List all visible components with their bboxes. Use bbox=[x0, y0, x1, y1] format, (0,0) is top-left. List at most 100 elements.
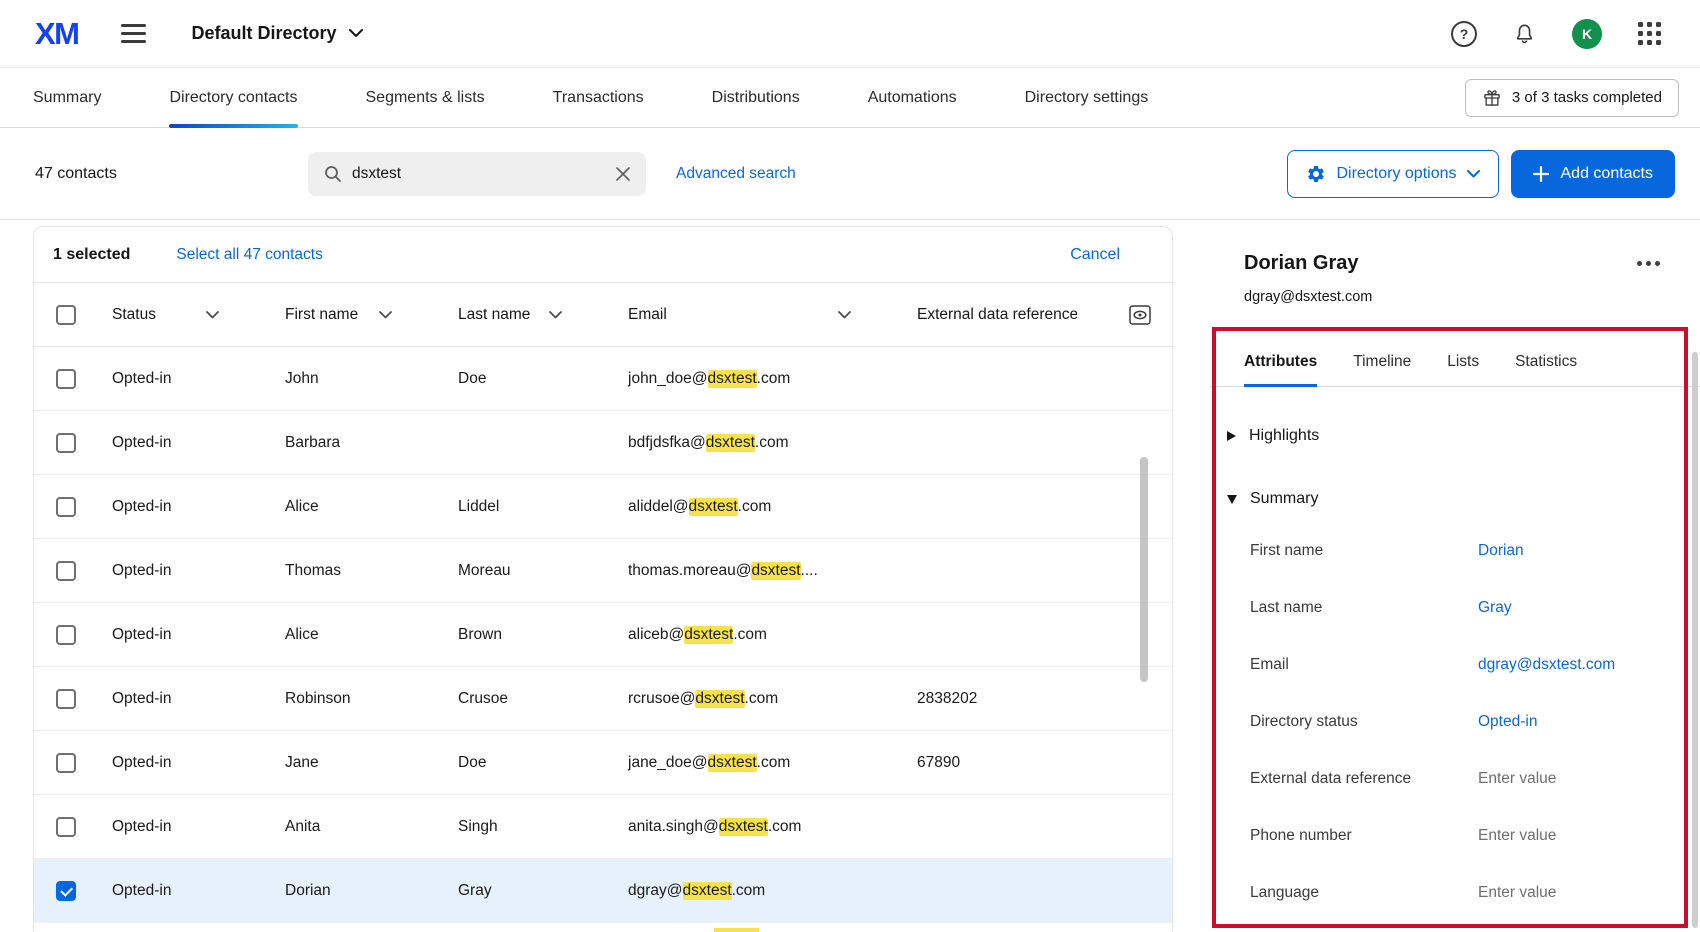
tab-summary[interactable]: Summary bbox=[33, 68, 101, 127]
nav-tabs: Summary Directory contacts Segments & li… bbox=[33, 68, 1149, 128]
cancel-selection-link[interactable]: Cancel bbox=[1070, 246, 1120, 264]
row-checkbox[interactable] bbox=[56, 496, 76, 517]
search-input[interactable] bbox=[352, 164, 606, 183]
column-header-external-ref[interactable]: External data reference bbox=[895, 304, 1172, 326]
top-bar: XM Default Directory ? K bbox=[0, 0, 1700, 68]
main-content: 1 selected Select all 47 contacts Cancel… bbox=[0, 220, 1700, 932]
tab-automations[interactable]: Automations bbox=[868, 68, 957, 127]
attribute-value-empty[interactable]: Enter value bbox=[1478, 884, 1556, 902]
section-summary[interactable]: Summary bbox=[1210, 482, 1700, 516]
cell-first-name: Barbara bbox=[285, 433, 341, 451]
attribute-value-empty[interactable]: Enter value bbox=[1478, 770, 1556, 788]
panel-tab-lists[interactable]: Lists bbox=[1447, 337, 1479, 386]
chevron-down-icon[interactable] bbox=[549, 310, 562, 319]
attribute-value[interactable]: dgray@dsxtest.com bbox=[1478, 656, 1615, 674]
attribute-value[interactable]: Gray bbox=[1478, 599, 1512, 617]
search-box[interactable] bbox=[308, 151, 646, 196]
row-checkbox[interactable] bbox=[56, 816, 76, 837]
cell-last-name: Doe bbox=[458, 753, 487, 771]
attribute-row: Email dgray@dsxtest.com bbox=[1250, 655, 1616, 674]
contact-email: dgray@dsxtest.com bbox=[1244, 289, 1373, 305]
chevron-down-icon[interactable] bbox=[206, 310, 219, 319]
chevron-down-icon bbox=[1466, 169, 1480, 177]
table-row[interactable]: Opted-in Robinson Crusoe rcrusoe@ dsxtest… bbox=[34, 667, 1172, 731]
panel-tab-statistics[interactable]: Statistics bbox=[1515, 337, 1577, 386]
tasks-completed-button[interactable]: 3 of 3 tasks completed bbox=[1464, 78, 1679, 117]
tab-directory-settings[interactable]: Directory settings bbox=[1025, 68, 1149, 127]
toolbar-actions: Directory options Add contacts bbox=[1287, 149, 1675, 198]
cell-status: Opted-in bbox=[112, 753, 172, 771]
cell-first-name: Anita bbox=[285, 817, 321, 835]
table-scrollbar[interactable] bbox=[1140, 457, 1148, 682]
row-checkbox[interactable] bbox=[56, 688, 76, 709]
partially-visible-row bbox=[34, 923, 1172, 932]
apps-grid-icon[interactable] bbox=[1638, 22, 1661, 45]
row-checkbox[interactable] bbox=[56, 432, 76, 453]
panel-tabs: Attributes Timeline Lists Statistics bbox=[1210, 337, 1700, 387]
tab-transactions[interactable]: Transactions bbox=[553, 68, 644, 127]
help-icon[interactable]: ? bbox=[1451, 20, 1477, 47]
cell-email: aliceb@ dsxtest .com bbox=[628, 625, 767, 644]
table-row[interactable]: Opted-in John Doe john_doe@ dsxtest .com bbox=[34, 347, 1172, 411]
row-checkbox[interactable] bbox=[56, 752, 76, 773]
attribute-value[interactable]: Opted-in bbox=[1478, 713, 1537, 731]
table-row[interactable]: Opted-in Barbara bdfjdsfka@ dsxtest .com bbox=[34, 411, 1172, 475]
user-avatar[interactable]: K bbox=[1572, 18, 1602, 49]
cell-first-name: John bbox=[285, 369, 319, 387]
directory-switcher[interactable]: Default Directory bbox=[192, 23, 363, 44]
cell-status: Opted-in bbox=[112, 497, 172, 515]
attribute-row: First name Dorian bbox=[1250, 541, 1524, 560]
notifications-bell-icon[interactable] bbox=[1513, 22, 1536, 45]
chevron-down-icon[interactable] bbox=[838, 310, 851, 319]
select-all-checkbox[interactable] bbox=[56, 304, 76, 325]
search-highlight: dsxtest bbox=[707, 369, 757, 388]
attribute-fields: First name Dorian Last name Gray Email d… bbox=[1210, 522, 1700, 921]
search-highlight bbox=[714, 928, 759, 932]
attribute-row: Language Enter value bbox=[1250, 883, 1557, 902]
directory-options-button[interactable]: Directory options bbox=[1287, 149, 1499, 198]
column-header-email[interactable]: Email bbox=[606, 306, 895, 324]
hamburger-menu-icon[interactable] bbox=[120, 24, 146, 43]
cell-status: Opted-in bbox=[112, 881, 172, 899]
column-visibility-icon[interactable] bbox=[1128, 304, 1152, 326]
column-header-first-name[interactable]: First name bbox=[263, 306, 436, 324]
panel-header: Dorian Gray bbox=[1210, 226, 1700, 275]
contact-name: Dorian Gray bbox=[1244, 252, 1359, 274]
table-row[interactable]: Opted-in Anita Singh anita.singh@ dsxtest… bbox=[34, 795, 1172, 859]
tab-segments-lists[interactable]: Segments & lists bbox=[366, 68, 485, 127]
chevron-down-icon[interactable] bbox=[379, 310, 392, 319]
attribute-value-empty[interactable]: Enter value bbox=[1478, 827, 1556, 845]
panel-tab-timeline[interactable]: Timeline bbox=[1353, 337, 1411, 386]
table-row[interactable]: Opted-in Jane Doe jane_doe@ dsxtest .com 6… bbox=[34, 731, 1172, 795]
contacts-toolbar: 47 contacts Advanced search Directory op… bbox=[0, 128, 1700, 220]
advanced-search-link[interactable]: Advanced search bbox=[676, 165, 796, 183]
tab-directory-contacts[interactable]: Directory contacts bbox=[169, 68, 298, 128]
table-row[interactable]: Opted-in Alice Brown aliceb@ dsxtest .com bbox=[34, 603, 1172, 667]
tab-distributions[interactable]: Distributions bbox=[712, 68, 800, 127]
directory-name: Default Directory bbox=[191, 23, 337, 43]
cell-email: rcrusoe@ dsxtest .com bbox=[628, 689, 779, 708]
page-scrollbar[interactable] bbox=[1692, 352, 1698, 928]
column-header-status[interactable]: Status bbox=[90, 306, 263, 324]
table-row[interactable]: Opted-in Alice Liddel aliddel@ dsxtest .co… bbox=[34, 475, 1172, 539]
column-header-last-name[interactable]: Last name bbox=[436, 306, 606, 324]
row-checkbox[interactable] bbox=[56, 624, 76, 645]
expanded-triangle-icon bbox=[1227, 494, 1237, 504]
contacts-table-card: 1 selected Select all 47 contacts Cancel… bbox=[33, 226, 1173, 932]
more-options-icon[interactable] bbox=[1633, 257, 1664, 270]
table-row-selected[interactable]: Opted-in Dorian Gray dgray@ dsxtest .com bbox=[34, 859, 1172, 923]
attribute-value[interactable]: Dorian bbox=[1478, 542, 1524, 560]
add-contacts-button[interactable]: Add contacts bbox=[1510, 149, 1675, 198]
select-all-link[interactable]: Select all 47 contacts bbox=[176, 246, 322, 264]
search-highlight: dsxtest bbox=[688, 497, 738, 516]
panel-tab-attributes[interactable]: Attributes bbox=[1244, 337, 1318, 387]
directory-options-label: Directory options bbox=[1336, 164, 1457, 182]
table-row[interactable]: Opted-in Thomas Moreau thomas.moreau@ dsx… bbox=[34, 539, 1172, 603]
row-checkbox-checked[interactable] bbox=[56, 880, 76, 901]
clear-search-icon[interactable] bbox=[616, 166, 630, 181]
row-checkbox[interactable] bbox=[56, 560, 76, 581]
section-highlights[interactable]: Highlights bbox=[1210, 419, 1700, 453]
row-checkbox[interactable] bbox=[56, 368, 76, 389]
tasks-completed-label: 3 of 3 tasks completed bbox=[1511, 89, 1662, 106]
selection-bar: 1 selected Select all 47 contacts Cancel bbox=[34, 227, 1172, 283]
